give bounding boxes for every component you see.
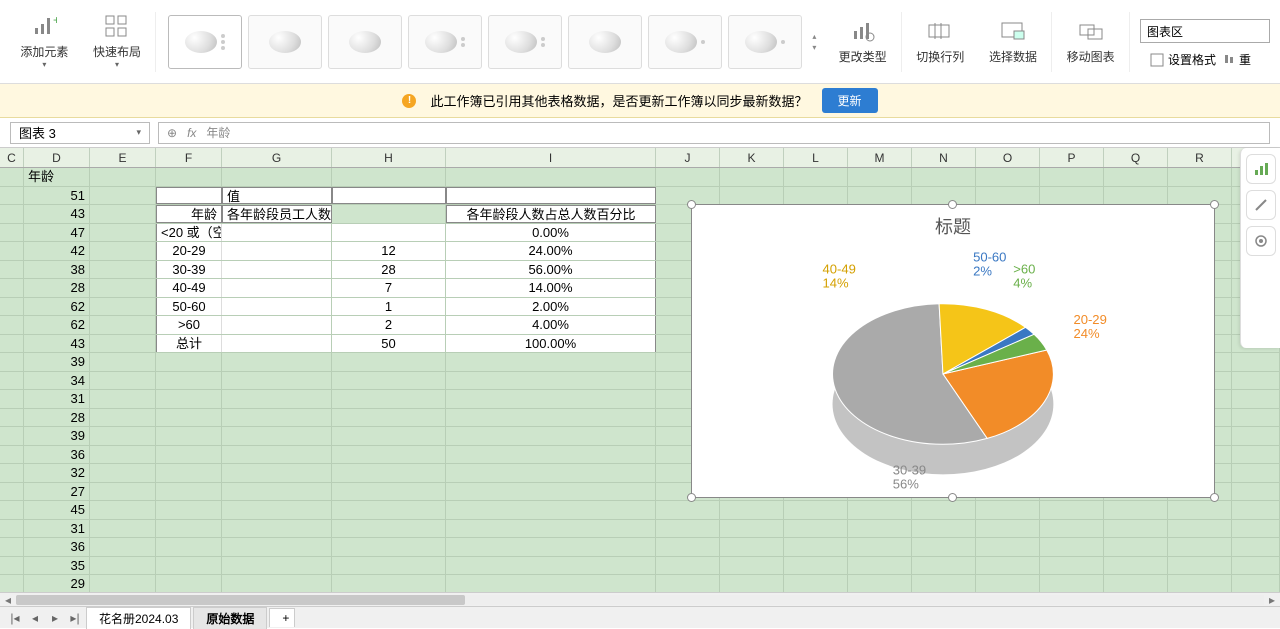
switch-rowcol-button[interactable]: 切换行列	[906, 19, 975, 65]
quick-layout-button[interactable]: 快速布局▾	[83, 14, 152, 69]
chart-style-5[interactable]	[488, 15, 562, 69]
tab-nav-first[interactable]: |◂	[6, 611, 24, 625]
horizontal-scrollbar[interactable]: ◂ ▸	[0, 592, 1280, 606]
chart-title[interactable]: 标题	[692, 205, 1214, 239]
svg-text:30-39: 30-39	[893, 462, 926, 477]
tab-nav-prev[interactable]: ◂	[26, 611, 44, 625]
chart-style-1[interactable]	[168, 15, 242, 69]
svg-text:2%: 2%	[973, 264, 992, 279]
add-sheet-button[interactable]: +	[269, 608, 295, 627]
col-header-P[interactable]: P	[1040, 148, 1104, 167]
move-chart-button[interactable]: 移动图表	[1056, 19, 1125, 65]
set-format-button[interactable]: 设置格式	[1150, 51, 1216, 68]
svg-text:14%: 14%	[823, 276, 850, 291]
warning-icon: !	[402, 94, 416, 108]
col-header-L[interactable]: L	[784, 148, 848, 167]
select-data-button[interactable]: 选择数据	[979, 19, 1048, 65]
change-type-button[interactable]: 更改类型	[828, 19, 897, 65]
update-button[interactable]: 更新	[822, 88, 878, 113]
col-header-R[interactable]: R	[1168, 148, 1232, 167]
col-header-G[interactable]: G	[222, 148, 332, 167]
embedded-chart[interactable]: 标题 20-2924% 30-3956% 40-4914% 50-602% >604%	[691, 204, 1215, 498]
tab-nav-next[interactable]: ▸	[46, 611, 64, 625]
expand-icon[interactable]: ⊕	[167, 126, 177, 140]
formula-input[interactable]: 年龄	[206, 124, 230, 141]
fx-icon[interactable]: fx	[187, 126, 196, 140]
col-header-H[interactable]: H	[332, 148, 446, 167]
notification-bar: ! 此工作簿已引用其他表格数据，是否更新工作簿以同步最新数据？ 更新	[0, 84, 1280, 118]
col-header-D[interactable]: D	[24, 148, 90, 167]
sheet-tab-bar: |◂ ◂ ▸ ▸| 花名册2024.03 原始数据 +	[0, 606, 1280, 628]
chart-style-gallery: ▴▾	[160, 15, 824, 69]
col-header-E[interactable]: E	[90, 148, 156, 167]
add-element-button[interactable]: + 添加元素▾	[10, 14, 79, 69]
svg-text:4%: 4%	[1013, 276, 1032, 291]
col-header-J[interactable]: J	[656, 148, 720, 167]
scroll-right-icon[interactable]: ▸	[1264, 593, 1280, 607]
grid-rows[interactable]: 标题 20-2924%30-3956%40-4914%50-602%>604% …	[0, 168, 1280, 594]
column-headers: CDEFGHIJKLMNOPQRS	[0, 148, 1280, 168]
chart-style-8[interactable]	[728, 15, 802, 69]
chart-style-3[interactable]	[328, 15, 402, 69]
formula-bar: 图表 3 ▾ ⊕ fx 年龄	[0, 118, 1280, 148]
chart-area-combo[interactable]: 图表区	[1140, 19, 1270, 43]
col-header-Q[interactable]: Q	[1104, 148, 1168, 167]
spreadsheet-grid[interactable]: CDEFGHIJKLMNOPQRS 标题 20-2924% 30-3956% 40-…	[0, 148, 1280, 612]
svg-text:+: +	[53, 14, 57, 27]
style-gallery-expand[interactable]: ▴▾	[808, 15, 816, 69]
reset-button[interactable]: 重	[1222, 51, 1251, 68]
chart-side-panel	[1240, 148, 1280, 348]
svg-text:>60: >60	[1013, 262, 1035, 277]
col-header-N[interactable]: N	[912, 148, 976, 167]
svg-text:40-49: 40-49	[823, 262, 856, 277]
name-box[interactable]: 图表 3 ▾	[10, 122, 150, 144]
sheet-tab-1[interactable]: 花名册2024.03	[86, 607, 191, 629]
col-header-O[interactable]: O	[976, 148, 1040, 167]
chart-style-6[interactable]	[568, 15, 642, 69]
ribbon-toolbar: + 添加元素▾ 快速布局▾ ▴▾ 更改类型 切换行列 选择数据 移动图表	[0, 0, 1280, 84]
svg-text:20-29: 20-29	[1073, 312, 1106, 327]
col-header-I[interactable]: I	[446, 148, 656, 167]
chart-style-2[interactable]	[248, 15, 322, 69]
svg-text:50-60: 50-60	[973, 250, 1006, 265]
chart-style-4[interactable]	[408, 15, 482, 69]
scroll-left-icon[interactable]: ◂	[0, 593, 16, 607]
col-header-M[interactable]: M	[848, 148, 912, 167]
tab-nav-last[interactable]: ▸|	[66, 611, 84, 625]
chart-settings-icon[interactable]	[1246, 226, 1276, 256]
sheet-tab-2[interactable]: 原始数据	[193, 607, 267, 629]
svg-text:24%: 24%	[1073, 326, 1100, 341]
chart-elements-icon[interactable]	[1246, 154, 1276, 184]
col-header-K[interactable]: K	[720, 148, 784, 167]
notification-message: 此工作簿已引用其他表格数据，是否更新工作簿以同步最新数据？	[430, 91, 807, 110]
col-header-C[interactable]: C	[0, 148, 24, 167]
chart-style-7[interactable]	[648, 15, 722, 69]
svg-text:56%: 56%	[893, 476, 920, 491]
chart-style-icon[interactable]	[1246, 190, 1276, 220]
col-header-F[interactable]: F	[156, 148, 222, 167]
